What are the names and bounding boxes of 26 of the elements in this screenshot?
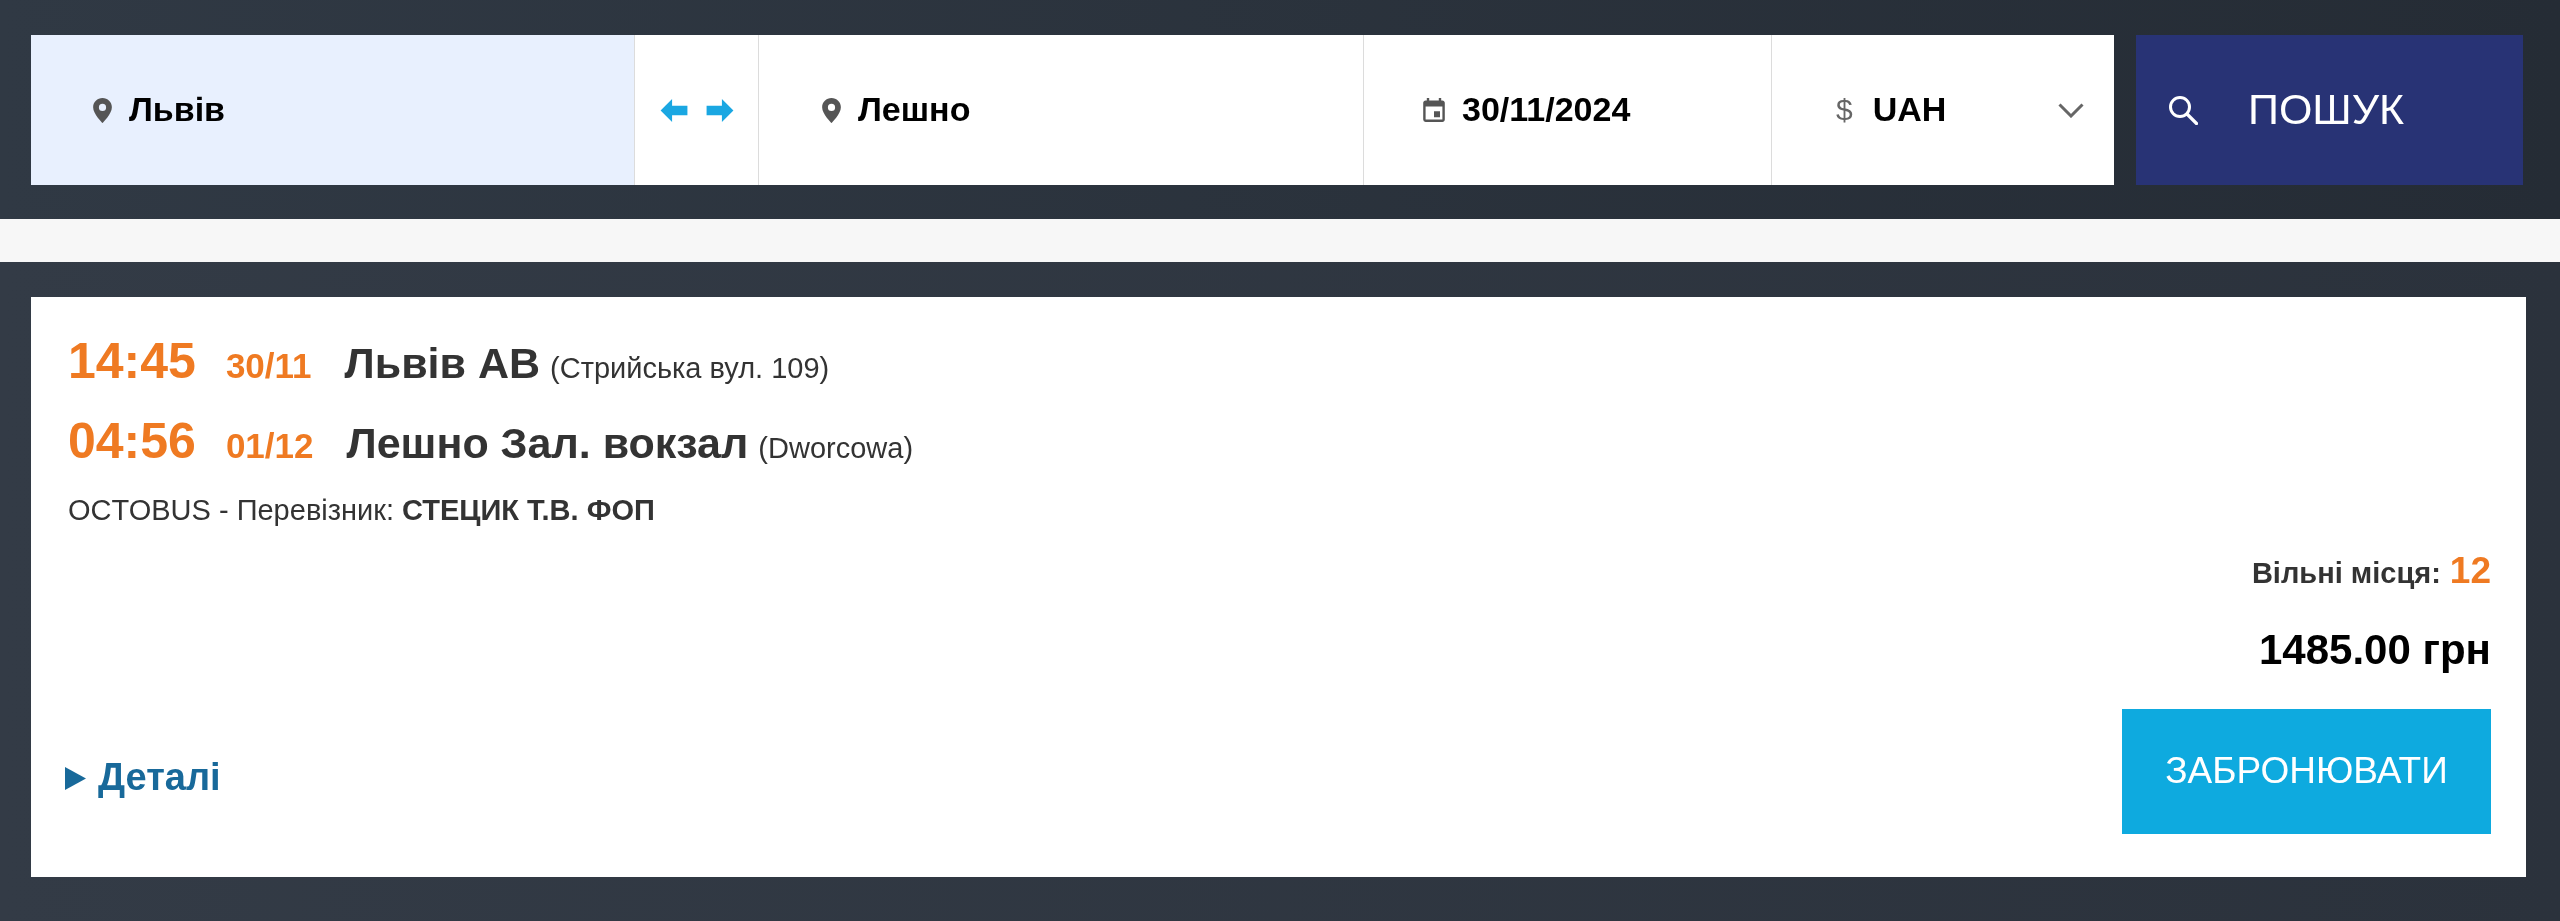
chevron-down-icon <box>2058 102 2084 118</box>
destination-field[interactable]: Лешно <box>759 35 1364 185</box>
time-text: 14:45 <box>68 333 196 391</box>
map-pin-icon <box>822 97 841 123</box>
origin-field[interactable]: Львів <box>31 35 635 185</box>
carrier-info: OCTOBUS - Перевізник: СТЕЦИК Т.В. ФОП <box>68 494 656 528</box>
station-address: (Стрийська вул. 109) <box>550 352 830 386</box>
station-address: (Dworcowa) <box>758 431 914 465</box>
calendar-icon <box>1423 98 1445 122</box>
time-text: 04:56 <box>68 412 196 470</box>
swap-button[interactable] <box>635 35 759 185</box>
station-name: Львів АВ <box>344 339 541 389</box>
search-button[interactable]: ПОШУК <box>2136 35 2523 185</box>
date-text: 01/12 <box>225 425 314 466</box>
right-arrow-icon <box>705 98 734 122</box>
currency-select[interactable]: $ UAH <box>1772 35 2114 185</box>
details-link[interactable]: Деталі <box>65 756 221 801</box>
seats-label: Вільні місця: <box>2251 557 2441 591</box>
search-icon <box>2168 95 2198 125</box>
station-name: Лешно Зал. вокзал <box>346 418 749 468</box>
map-pin-icon <box>93 97 112 123</box>
left-arrow-icon <box>659 98 688 122</box>
date-field[interactable]: 30/11/2024 <box>1364 35 1772 185</box>
seats-count: 12 <box>2449 550 2491 593</box>
date-text: 30/11 <box>225 346 312 387</box>
price-text: 1485.00 грн <box>2259 625 2491 675</box>
